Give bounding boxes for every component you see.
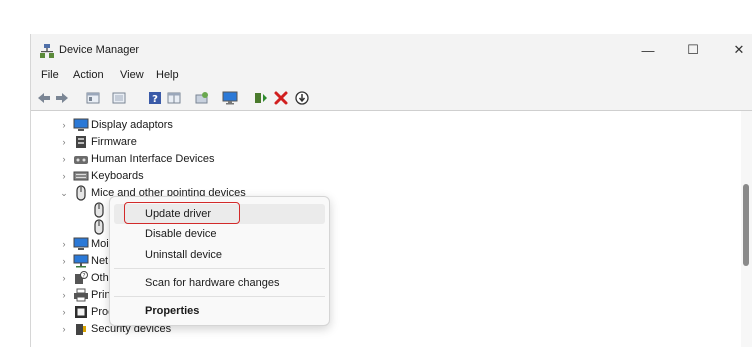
chevron-right-icon[interactable]: ›: [59, 153, 69, 165]
disable-icon[interactable]: [294, 90, 310, 106]
chevron-right-icon[interactable]: ›: [59, 272, 69, 284]
menu-item-label: Disable device: [145, 228, 217, 240]
other-icon: ?: [75, 271, 88, 284]
tree-item-label: Prin: [91, 289, 111, 301]
properties-icon[interactable]: [85, 90, 101, 106]
menu-separator: [114, 268, 325, 269]
tree-item-label: Keyboards: [91, 170, 144, 182]
menu-action[interactable]: Action: [73, 69, 104, 81]
device-manager-app-icon: [40, 44, 54, 58]
update-driver-highlight-box: [124, 202, 240, 224]
window-title: Device Manager: [59, 44, 140, 56]
chevron-right-icon[interactable]: ›: [59, 255, 69, 267]
maximize-button[interactable]: ☐: [671, 34, 715, 66]
firmware-icon: [76, 136, 86, 148]
menu-item-properties[interactable]: Properties: [114, 301, 325, 321]
network-icon: [73, 254, 89, 268]
tree-item-label: Display adaptors: [91, 119, 173, 131]
chevron-down-icon[interactable]: ⌄: [59, 187, 69, 199]
menu-item-label: Properties: [145, 305, 200, 317]
chevron-right-icon[interactable]: ›: [59, 289, 69, 301]
back-arrow-icon[interactable]: [36, 90, 52, 106]
svg-text:?: ?: [82, 273, 85, 280]
menu-item-scan-for-hardware-changes[interactable]: Scan for hardware changes: [114, 273, 325, 293]
processor-icon: [75, 306, 87, 318]
show-hidden-icon[interactable]: [111, 90, 127, 106]
driver-update-icon[interactable]: [253, 90, 269, 106]
title-bar: Device Manager — ☐ ✕: [31, 34, 752, 66]
tree-item-label: Human Interface Devices: [91, 153, 215, 165]
menu-view[interactable]: View: [120, 69, 144, 81]
forward-arrow-icon[interactable]: [54, 90, 70, 106]
keyboard-icon: [73, 171, 89, 181]
chevron-right-icon[interactable]: ›: [59, 136, 69, 148]
toolbar: ?: [31, 86, 752, 111]
mouse-icon: [94, 219, 104, 235]
uninstall-icon[interactable]: [273, 90, 289, 106]
tree-item-label: Firmware: [91, 136, 137, 148]
close-button[interactable]: ✕: [717, 34, 752, 66]
menu-file[interactable]: File: [41, 69, 59, 81]
chevron-right-icon[interactable]: ›: [59, 323, 69, 335]
scrollbar-thumb[interactable]: [743, 184, 749, 266]
scan-icon[interactable]: [194, 90, 210, 106]
svg-text:?: ?: [152, 94, 158, 105]
menu-item-uninstall-device[interactable]: Uninstall device: [114, 245, 325, 265]
menu-separator: [114, 296, 325, 297]
hid-icon: [74, 156, 88, 164]
help-icon[interactable]: ?: [147, 90, 163, 106]
menu-item-label: Scan for hardware changes: [145, 277, 280, 289]
monitor-icon: [73, 237, 89, 250]
display-icon: [73, 118, 89, 131]
chevron-right-icon[interactable]: ›: [59, 306, 69, 318]
mouse-icon: [94, 202, 104, 218]
tree-item-label: Oth: [91, 272, 109, 284]
tree-item-label: Moi: [91, 238, 109, 250]
menu-item-disable-device[interactable]: Disable device: [114, 224, 325, 244]
chevron-right-icon[interactable]: ›: [59, 238, 69, 250]
context-menu: Update driver Disable device Uninstall d…: [109, 196, 330, 326]
security-icon: [76, 324, 86, 335]
printer-icon: [74, 288, 88, 302]
menu-item-label: Uninstall device: [145, 249, 223, 261]
monitor-icon[interactable]: [222, 90, 238, 106]
minimize-button[interactable]: —: [626, 34, 670, 66]
chevron-right-icon[interactable]: ›: [59, 119, 69, 131]
grid-icon[interactable]: [166, 90, 182, 106]
mouse-icon: [76, 185, 86, 201]
chevron-right-icon[interactable]: ›: [59, 170, 69, 182]
menu-help[interactable]: Help: [156, 69, 179, 81]
menu-bar: File Action View Help: [31, 66, 752, 86]
tree-item-label: Net: [91, 255, 109, 267]
